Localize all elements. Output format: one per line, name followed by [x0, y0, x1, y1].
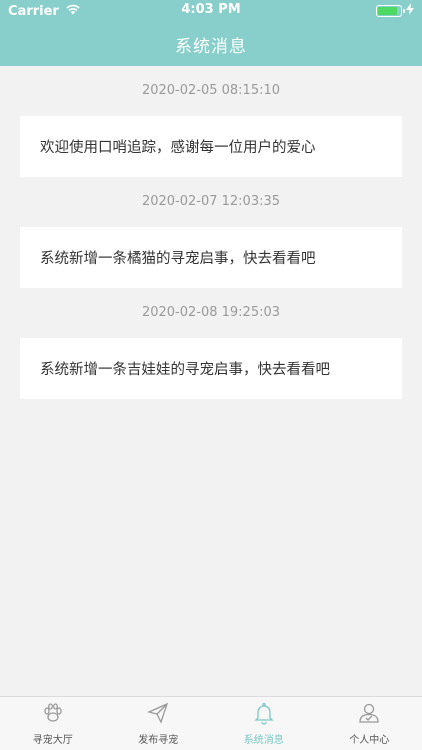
message-list: 2020-02-05 08:15:10 欢迎使用口哨追踪，感谢每一位用户的爱心 …	[0, 66, 422, 399]
tab-label: 系统消息	[243, 735, 284, 746]
tab-label: 个人中心	[349, 735, 390, 746]
charging-icon	[406, 3, 414, 19]
tab-bar: 寻宠大厅 发布寻宠 系统消息 个人中心	[0, 696, 422, 750]
wifi-icon	[65, 3, 81, 19]
header: Carrier 4:03 PM 系统消息	[0, 0, 422, 66]
tab-messages[interactable]: 系统消息	[211, 697, 317, 750]
paper-plane-icon	[146, 701, 170, 731]
message-timestamp: 2020-02-05 08:15:10	[141, 83, 281, 98]
message-card[interactable]: 系统新增一条吉娃娃的寻宠启事，快去看看吧	[20, 338, 402, 399]
message-card[interactable]: 系统新增一条橘猫的寻宠启事，快去看看吧	[20, 227, 402, 288]
page-title: 系统消息	[175, 36, 247, 57]
paw-icon	[41, 701, 65, 731]
tab-pet-hall[interactable]: 寻宠大厅	[0, 697, 106, 750]
message-timestamp: 2020-02-08 19:25:03	[141, 305, 281, 320]
bell-icon	[252, 701, 276, 731]
tab-label: 发布寻宠	[138, 735, 179, 746]
tab-label: 寻宠大厅	[32, 735, 73, 746]
status-bar: Carrier	[0, 0, 422, 22]
message-item: 2020-02-07 12:03:35 系统新增一条橘猫的寻宠启事，快去看看吧	[0, 177, 422, 288]
message-timestamp: 2020-02-07 12:03:35	[141, 194, 281, 209]
message-item: 2020-02-05 08:15:10 欢迎使用口哨追踪，感谢每一位用户的爱心	[0, 66, 422, 177]
battery-icon	[376, 5, 405, 17]
message-card[interactable]: 欢迎使用口哨追踪，感谢每一位用户的爱心	[20, 116, 402, 177]
carrier-label: Carrier	[8, 3, 59, 19]
person-icon	[357, 701, 381, 731]
tab-profile[interactable]: 个人中心	[317, 697, 422, 750]
message-item: 2020-02-08 19:25:03 系统新增一条吉娃娃的寻宠启事，快去看看吧	[0, 288, 422, 399]
tab-publish[interactable]: 发布寻宠	[106, 697, 212, 750]
